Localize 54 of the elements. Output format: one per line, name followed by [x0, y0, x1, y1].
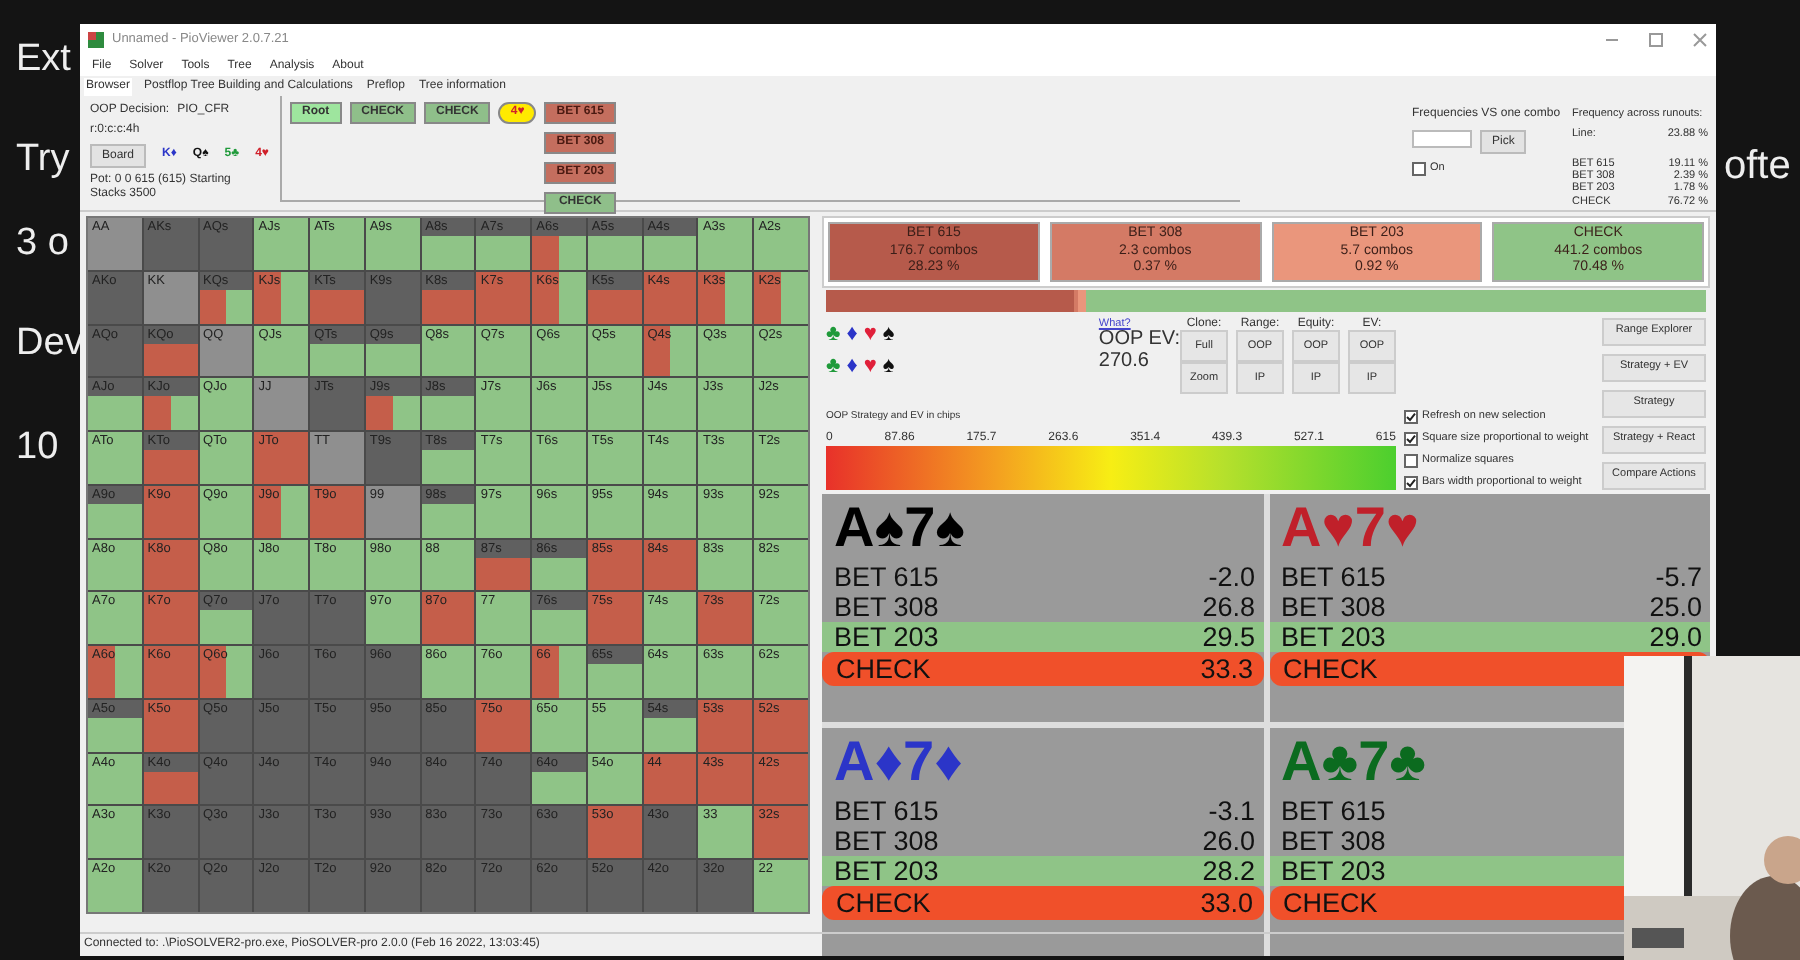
suit-symbol[interactable]: ♠ [882, 349, 895, 381]
ev-value: 26.8 [1202, 591, 1255, 621]
action-name: BET 203 [834, 855, 939, 885]
checkbox[interactable] [1412, 161, 1426, 176]
runout-cards: A♣7♣ [1281, 727, 1427, 795]
action-name: BET 308 [834, 825, 939, 855]
action-name: BET 308 [834, 591, 939, 621]
ev-value: 26.0 [1202, 825, 1255, 855]
ev-value: -3.1 [1208, 795, 1255, 825]
action-name: CHECK [836, 653, 931, 683]
action-name: BET 203 [834, 621, 939, 651]
ev-label: OOP EV: [1098, 329, 1180, 350]
action-name: BET 308 [1281, 825, 1386, 855]
ev-value: 29.0 [1649, 621, 1702, 651]
suit-symbol[interactable]: ♦ [846, 349, 858, 381]
slide-text: 3 o [16, 220, 69, 268]
action-name: BET 308 [1281, 591, 1386, 621]
slide-text: Ext [16, 36, 71, 84]
ev-value: -5.7 [1655, 561, 1702, 591]
suit-symbol[interactable]: ♥ [863, 317, 877, 349]
suit-symbol[interactable]: ♦ [846, 317, 858, 349]
slide-text: Try [16, 136, 70, 184]
runout-cards: A♠7♠ [834, 493, 966, 561]
action-name: CHECK [1283, 887, 1378, 917]
maximize-icon[interactable] [1648, 32, 1664, 48]
ev-value: 33.3 [1200, 653, 1253, 683]
action-name: BET 615 [834, 561, 939, 591]
ev-value: 270.6 [1098, 349, 1151, 372]
ev-value: 25.0 [1649, 591, 1702, 621]
action-name: BET 203 [1281, 621, 1386, 651]
suit-symbol[interactable]: ♥ [863, 349, 877, 381]
runout-cards: A♥7♥ [1281, 493, 1420, 561]
slide-text: ofte [1724, 142, 1791, 192]
runout-cards: A♦7♦ [834, 727, 963, 795]
action-name: BET 615 [1281, 795, 1386, 825]
ev-value: 33.0 [1200, 887, 1253, 917]
suit-symbol[interactable]: ♠ [882, 317, 895, 349]
checkbox[interactable] [1404, 453, 1418, 467]
ev-value: -2.0 [1208, 561, 1255, 591]
checkbox[interactable] [1404, 475, 1418, 489]
action-name: CHECK [836, 887, 931, 917]
slide-text: Dev [16, 320, 84, 368]
action-name: CHECK [1283, 653, 1378, 683]
action-name: BET 615 [834, 795, 939, 825]
app-icon [88, 32, 104, 48]
checkbox[interactable] [1404, 409, 1418, 423]
combo-input[interactable] [1412, 129, 1472, 148]
ev-value: 28.2 [1202, 855, 1255, 885]
action-name: BET 615 [1281, 561, 1386, 591]
checkbox[interactable] [1404, 431, 1418, 445]
slide-text: 10 [16, 424, 59, 472]
action-name: BET 203 [1281, 855, 1386, 885]
ev-value: 29.5 [1202, 621, 1255, 651]
close-icon[interactable] [1692, 32, 1708, 48]
